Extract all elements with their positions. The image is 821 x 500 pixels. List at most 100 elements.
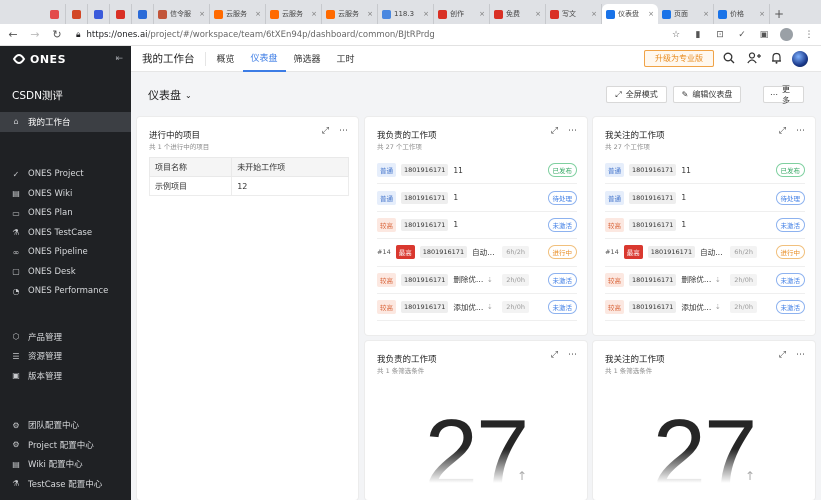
sidebar-item[interactable]: ⬡ 产品管理 <box>0 327 131 347</box>
extension-icon[interactable]: ▮ <box>692 29 704 41</box>
sidebar-item[interactable]: ▭ ONES Plan <box>0 204 131 224</box>
sidebar-item[interactable]: ⚙ Project 配置中心 <box>0 435 131 455</box>
status-badge[interactable]: 已发布 <box>547 163 577 178</box>
bookmark-star-icon[interactable]: ☆ <box>670 29 682 41</box>
task-name[interactable]: 1 <box>453 220 458 229</box>
task-name[interactable]: 删除优… <box>681 274 711 285</box>
tab-close-icon[interactable]: × <box>255 10 261 18</box>
tab-close-icon[interactable]: × <box>703 10 709 18</box>
expand-icon[interactable]: ⤢ <box>779 350 786 360</box>
extension-icon[interactable]: ⊡ <box>714 29 726 41</box>
status-badge[interactable]: 待处理 <box>547 190 577 205</box>
browser-tab[interactable]: 信令服 × <box>154 4 210 24</box>
forward-icon[interactable]: → <box>28 28 42 41</box>
sidebar-item[interactable]: ⚙ 团队配置中心 <box>0 416 131 436</box>
browser-tab[interactable] <box>88 4 110 24</box>
browser-tab[interactable]: 免费 × <box>490 4 546 24</box>
edit-dashboard-button[interactable]: ✎ 编辑仪表盘 <box>673 86 741 103</box>
task-name[interactable]: 添加优… <box>453 302 483 313</box>
status-badge[interactable]: 未激活 <box>775 217 805 232</box>
user-avatar[interactable] <box>792 51 808 67</box>
address-bar[interactable]: 🔒︎ https://ones.ai/project/#/workspace/t… <box>72 26 662 44</box>
nav-tab[interactable]: 筛选器 <box>286 46 329 72</box>
browser-tab[interactable]: 写文 × <box>546 4 602 24</box>
task-name[interactable]: 1 <box>681 193 686 202</box>
more-button[interactable]: ⋯ 更多 <box>763 85 804 105</box>
task-name[interactable]: 11 <box>681 166 691 175</box>
browser-tab[interactable] <box>110 4 132 24</box>
card-more-icon[interactable]: ⋯ <box>796 350 805 360</box>
tab-close-icon[interactable]: × <box>199 10 205 18</box>
status-badge[interactable]: 进行中 <box>775 245 805 260</box>
task-name[interactable]: 自动… <box>700 247 723 258</box>
browser-tab[interactable]: 页面 × <box>658 4 714 24</box>
status-badge[interactable]: 未激活 <box>547 217 577 232</box>
browser-tab[interactable] <box>132 4 154 24</box>
search-icon[interactable] <box>723 52 735 64</box>
reload-icon[interactable]: ↻ <box>50 28 64 41</box>
tab-close-icon[interactable]: × <box>423 10 429 18</box>
task-name[interactable]: 11 <box>453 166 463 175</box>
expand-icon[interactable]: ⤢ <box>779 126 786 136</box>
browser-tab[interactable]: 创作 × <box>434 4 490 24</box>
sidebar-item[interactable]: ⚗ ONES TestCase <box>0 223 131 243</box>
status-badge[interactable]: 未激活 <box>775 272 805 287</box>
project-name-cell[interactable]: 示例项目 <box>148 176 233 196</box>
task-name[interactable]: 删除优… <box>453 274 483 285</box>
sidebar-item[interactable]: ▢ ONES Desk <box>0 262 131 282</box>
nav-tab[interactable]: 仪表盘 <box>242 46 286 72</box>
task-row[interactable]: 较高 1801916171 删除优… ⇣ 2h/0h 未激活 <box>377 267 577 294</box>
browser-tab[interactable]: 云服务 × <box>210 4 266 24</box>
extension-icon[interactable]: ▣ <box>758 29 770 41</box>
task-row[interactable]: 较高 1801916171 1 未激活 <box>377 212 577 240</box>
browser-tab[interactable]: 118.3 × <box>378 4 434 24</box>
task-name[interactable]: 1 <box>453 193 458 202</box>
card-more-icon[interactable]: ⋯ <box>568 350 577 360</box>
brand-logo[interactable]: ONES <box>0 46 131 72</box>
task-name[interactable]: 自动… <box>472 247 495 258</box>
task-row[interactable]: #14 最高 1801916171 自动… 6h/2h 进行中 <box>377 239 577 267</box>
status-badge[interactable]: 未激活 <box>547 272 577 287</box>
expand-icon[interactable]: ⤢ <box>551 350 558 360</box>
browser-tab[interactable] <box>44 4 66 24</box>
tab-close-icon[interactable]: × <box>535 10 541 18</box>
task-row[interactable]: 较高 1801916171 添加优… ⇣ 2h/0h 未激活 <box>377 294 577 322</box>
browser-profile-avatar[interactable] <box>780 28 793 41</box>
task-name[interactable]: 1 <box>681 220 686 229</box>
browser-tab[interactable]: 价格 × <box>714 4 770 24</box>
sidebar-item[interactable]: ⌂ 我的工作台 <box>0 112 131 132</box>
task-name[interactable]: 添加优… <box>681 302 711 313</box>
table-row[interactable]: 示例项目 12 <box>148 176 349 196</box>
browser-menu-icon[interactable]: ⋮ <box>803 29 815 41</box>
sidebar-item[interactable]: ☰ 资源管理 <box>0 347 131 367</box>
status-badge[interactable]: 待处理 <box>775 190 805 205</box>
tab-close-icon[interactable]: × <box>759 10 765 18</box>
nav-tab[interactable]: 工时 <box>329 46 363 72</box>
task-row[interactable]: #14 最高 1801916171 自动… 6h/2h 进行中 <box>605 239 805 267</box>
dashboard-selector[interactable]: 仪表盘 ⌄ <box>148 87 192 103</box>
tab-close-icon[interactable]: × <box>311 10 317 18</box>
back-icon[interactable]: ← <box>6 28 20 41</box>
card-more-icon[interactable]: ⋯ <box>796 126 805 136</box>
sidebar-item[interactable]: ∞ ONES Pipeline <box>0 243 131 263</box>
browser-tab[interactable]: 云服务 × <box>266 4 322 24</box>
upgrade-button[interactable]: 升级为专业版 <box>644 50 714 67</box>
task-row[interactable]: 较高 1801916171 删除优… ⇣ 2h/0h 未激活 <box>605 267 805 294</box>
task-row[interactable]: 普通 1801916171 1 待处理 <box>605 184 805 212</box>
sidebar-item[interactable]: ✓ ONES Project <box>0 165 131 185</box>
tab-close-icon[interactable]: × <box>591 10 597 18</box>
card-more-icon[interactable]: ⋯ <box>568 126 577 136</box>
status-badge[interactable]: 已发布 <box>775 163 805 178</box>
new-tab-icon[interactable]: + <box>770 4 788 24</box>
sidebar-item[interactable]: ◔ ONES Performance <box>0 282 131 302</box>
add-member-icon[interactable] <box>747 52 761 64</box>
task-row[interactable]: 普通 1801916171 11 已发布 <box>605 157 805 185</box>
collapse-sidebar-icon[interactable]: ⇤ <box>115 54 123 64</box>
notification-bell-icon[interactable] <box>771 52 782 64</box>
expand-icon[interactable]: ⤢ <box>322 126 329 136</box>
task-row[interactable]: 普通 1801916171 11 已发布 <box>377 157 577 185</box>
nav-tab[interactable]: 概览 <box>209 46 243 72</box>
status-badge[interactable]: 进行中 <box>547 245 577 260</box>
browser-tab[interactable]: 云服务 × <box>322 4 378 24</box>
fullscreen-button[interactable]: ⤢ 全屏模式 <box>606 86 667 103</box>
